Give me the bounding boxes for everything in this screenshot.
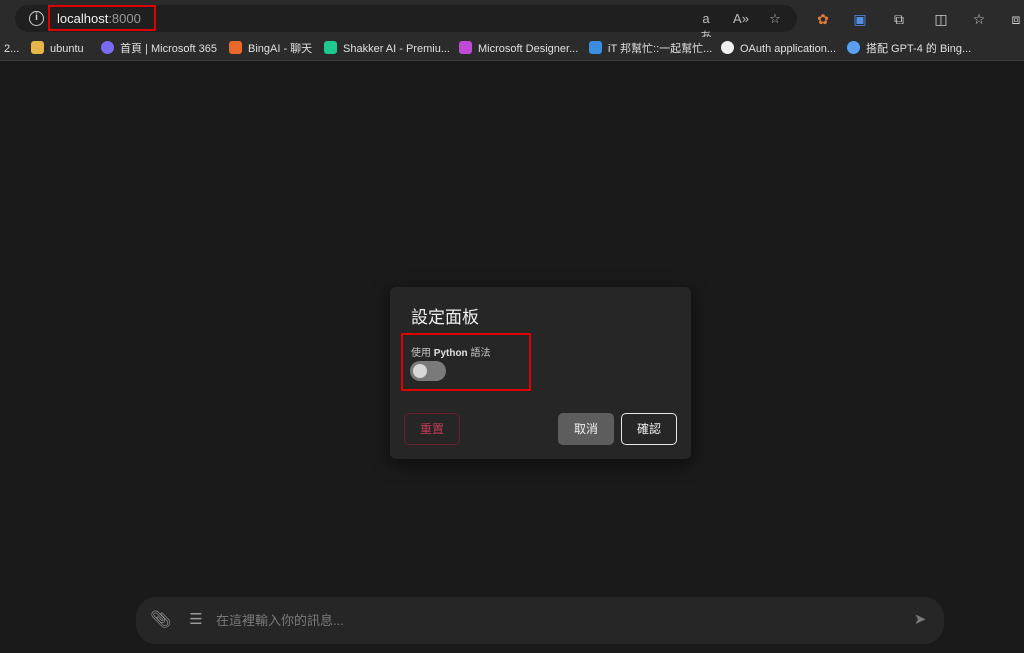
extension-icon[interactable]: ✿: [813, 9, 833, 29]
reset-button[interactable]: 重置: [404, 413, 460, 445]
collections-icon[interactable]: ⧈: [1006, 9, 1024, 29]
github-icon: [721, 41, 734, 54]
bookmark-label: OAuth application...: [740, 43, 837, 55]
bookmark-item[interactable]: 2...: [4, 41, 19, 57]
designer-icon: [459, 41, 472, 54]
option-highlight-box: [401, 333, 531, 391]
attach-icon[interactable]: 📎︎: [150, 610, 172, 630]
dialog-title: 設定面板: [411, 308, 479, 327]
translate-ext-icon[interactable]: ▣: [850, 9, 870, 29]
bookmark-item[interactable]: 搭配 GPT-4 的 Bing...: [847, 41, 971, 57]
bookmark-item[interactable]: iT 邦幫忙::一起幫忙...: [589, 41, 712, 57]
bookmark-label: 搭配 GPT-4 的 Bing...: [866, 43, 972, 55]
favorites-icon[interactable]: ☆: [969, 9, 989, 29]
send-icon[interactable]: ➤: [910, 610, 930, 630]
favorite-star-icon[interactable]: ☆: [766, 10, 784, 28]
ithelp-icon: [589, 41, 602, 54]
bookmark-label: 首頁 | Microsoft 365: [120, 43, 217, 55]
bookmark-label: ubuntu: [50, 43, 84, 55]
confirm-button[interactable]: 確認: [621, 413, 677, 445]
bingai-icon: [229, 41, 242, 54]
bookmark-item[interactable]: Microsoft Designer...: [459, 41, 578, 57]
site-info-icon[interactable]: i: [29, 11, 44, 26]
puzzle-icon[interactable]: ⧉: [889, 9, 909, 29]
bookmark-item[interactable]: 首頁 | Microsoft 365: [101, 41, 217, 57]
bookmark-label: Shakker AI - Premiu...: [343, 43, 450, 55]
bookmark-label: iT 邦幫忙::一起幫忙...: [608, 43, 713, 55]
bookmark-label: BingAI - 聊天: [248, 43, 313, 55]
copilot-icon: [847, 41, 860, 54]
url-highlight-box: [48, 5, 156, 31]
bookmark-item[interactable]: ubuntu: [31, 41, 84, 57]
read-aloud-icon[interactable]: A»: [732, 10, 750, 28]
message-input[interactable]: [216, 608, 896, 632]
translate-icon[interactable]: aあ: [697, 10, 715, 44]
bookmark-label: 2...: [4, 43, 20, 55]
bookmark-item[interactable]: OAuth application...: [721, 41, 836, 57]
microsoft365-icon: [101, 41, 114, 54]
settings-tune-icon[interactable]: ☰: [186, 610, 206, 630]
folder-icon: [31, 41, 44, 54]
split-screen-icon[interactable]: ◫: [931, 9, 951, 29]
bookmark-label: Microsoft Designer...: [478, 43, 579, 55]
cancel-button[interactable]: 取消: [558, 413, 614, 445]
bookmark-item[interactable]: Shakker AI - Premiu...: [324, 41, 450, 57]
bookmark-item[interactable]: BingAI - 聊天: [229, 41, 312, 57]
shakker-icon: [324, 41, 337, 54]
